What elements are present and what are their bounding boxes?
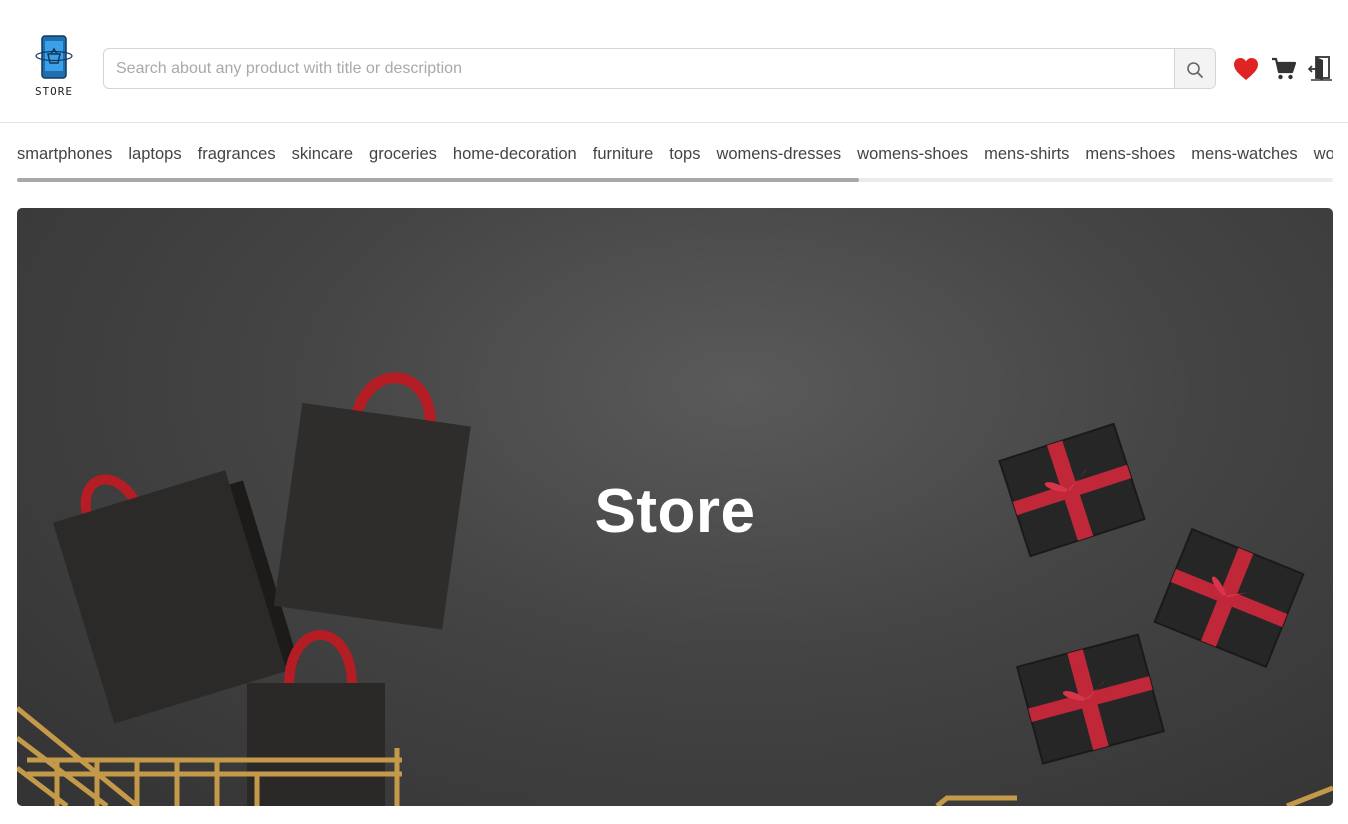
gift-box-3 [1015, 633, 1165, 765]
category-scrollbar[interactable] [17, 178, 1333, 182]
category-womens-shoes[interactable]: womens-shoes [857, 140, 968, 168]
logout-icon[interactable] [1308, 55, 1334, 82]
category-groceries[interactable]: groceries [369, 140, 437, 168]
logo-text: STORE [34, 85, 74, 98]
category-skincare[interactable]: skincare [292, 140, 353, 168]
hero-banner: Store [17, 208, 1333, 806]
category-smartphones[interactable]: smartphones [17, 140, 112, 168]
store-logo-icon [35, 35, 73, 79]
category-laptops[interactable]: laptops [128, 140, 181, 168]
category-furniture[interactable]: furniture [593, 140, 654, 168]
search-button[interactable] [1174, 49, 1215, 88]
search-bar [103, 48, 1216, 89]
category-tops[interactable]: tops [669, 140, 700, 168]
category-mens-watches[interactable]: mens-watches [1191, 140, 1297, 168]
heart-icon[interactable] [1233, 57, 1259, 81]
category-scrollbar-thumb[interactable] [17, 178, 860, 182]
search-icon [1187, 62, 1203, 78]
cart-icon[interactable] [1271, 57, 1297, 81]
gift-box-2 [1153, 527, 1305, 669]
category-home-decoration[interactable]: home-decoration [453, 140, 577, 168]
search-input[interactable] [104, 49, 1175, 88]
category-mens-shoes[interactable]: mens-shoes [1085, 140, 1175, 168]
category-mens-shirts[interactable]: mens-shirts [984, 140, 1069, 168]
category-fragrances[interactable]: fragrances [198, 140, 276, 168]
category-womens-watches[interactable]: womens-watches [1314, 140, 1333, 168]
hero-title: Store [594, 477, 756, 546]
category-nav: smartphones laptops fragrances skincare groc… [17, 140, 1333, 168]
site-header: STORE [0, 0, 1348, 123]
store-logo[interactable]: STORE [31, 34, 77, 100]
category-womens-dresses[interactable]: womens-dresses [716, 140, 841, 168]
